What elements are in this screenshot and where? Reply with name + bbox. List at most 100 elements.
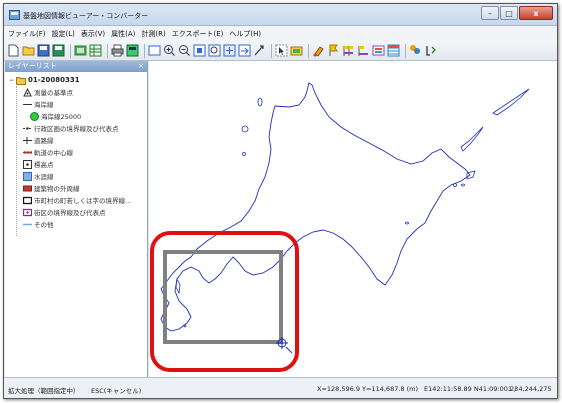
attribute-table-icon[interactable] bbox=[387, 44, 400, 57]
toolbar bbox=[4, 41, 557, 61]
layer-item-label: 標高点 bbox=[34, 161, 54, 169]
railway-icon bbox=[23, 148, 32, 157]
paint-icon[interactable] bbox=[312, 44, 325, 57]
layer-item-label: 行政区画の境界線及び代表点 bbox=[34, 125, 119, 133]
window-title: 基盤地図情報ビューアー・コンバーター bbox=[23, 12, 149, 20]
menu-view[interactable]: 表示(V) bbox=[81, 29, 105, 39]
tree-connector bbox=[16, 86, 17, 236]
search-icon[interactable] bbox=[409, 44, 422, 57]
coastline-island-small-1 bbox=[453, 183, 457, 187]
app-window: 基盤地図情報ビューアー・コンバーター – □ x ファイル(F) 設定(L) 表… bbox=[3, 3, 558, 399]
zoom-selection-rectangle bbox=[163, 250, 283, 344]
layer-item-label: 市町村の町若しくは字の境界線... bbox=[34, 197, 132, 205]
new-file-icon[interactable] bbox=[7, 44, 20, 57]
map-canvas[interactable] bbox=[149, 61, 557, 377]
zoom-box-icon[interactable] bbox=[193, 44, 206, 57]
menu-attributes[interactable]: 属性(A) bbox=[111, 29, 135, 39]
layer-item-label: 海岸線 bbox=[34, 101, 54, 109]
close-button[interactable]: x bbox=[519, 6, 553, 20]
menu-help[interactable]: ヘルプ(H) bbox=[229, 29, 261, 39]
menu-file[interactable]: ファイル(F) bbox=[8, 29, 46, 39]
zoom-in-icon[interactable] bbox=[163, 44, 176, 57]
legend-icon[interactable] bbox=[372, 44, 385, 57]
layer-tree-root[interactable]: − 01-20080331 bbox=[5, 74, 147, 86]
export-table-icon[interactable] bbox=[89, 44, 102, 57]
status-esc-hint: ESC(キャンセル) bbox=[91, 387, 142, 395]
layer-item-label: 測量の基準点 bbox=[34, 89, 73, 97]
menu-settings[interactable]: 設定(L) bbox=[52, 29, 75, 39]
status-bar: 拡大処理（範囲指定中） ESC(キャンセル) X=128,596.9 Y=114… bbox=[4, 377, 557, 398]
coastline-main-island bbox=[160, 82, 471, 332]
admin-boundary-icon bbox=[23, 124, 32, 133]
layer-item[interactable]: 水涯線 bbox=[5, 170, 147, 182]
layer-tree-root-label: 01-20080331 bbox=[28, 76, 80, 84]
layer-item[interactable]: 建築物の外周線 bbox=[5, 182, 147, 194]
collapse-toggle-icon[interactable]: − bbox=[9, 77, 14, 84]
coastline-island-teuri bbox=[242, 152, 246, 156]
layer-panel-title: レイヤーリスト bbox=[8, 62, 57, 70]
waterline-icon bbox=[23, 171, 32, 181]
print-preview-icon[interactable] bbox=[126, 44, 139, 57]
settings-icon[interactable] bbox=[424, 44, 437, 57]
layer-item-label: 水涯線 bbox=[34, 173, 54, 181]
layer-item[interactable]: その他 bbox=[5, 218, 147, 230]
maximize-button[interactable]: □ bbox=[500, 6, 518, 20]
layer-item[interactable]: 行政区画の境界線及び代表点 bbox=[5, 122, 147, 134]
open-folder-icon[interactable] bbox=[22, 44, 35, 57]
road-edge-icon bbox=[23, 136, 32, 145]
layer-item-label: 軌道の中心線 bbox=[34, 149, 73, 157]
layer-item[interactable]: 海岸線 bbox=[5, 98, 147, 110]
export-green-icon[interactable] bbox=[74, 44, 87, 57]
layer-panel: レイヤーリスト × − 01-20080331 測量の基準点 海岸線 海岸線25… bbox=[5, 61, 148, 377]
elevation-point-icon bbox=[23, 159, 32, 169]
toolbar-separator bbox=[308, 43, 309, 58]
other-icon bbox=[23, 220, 32, 229]
layer-item-label: 道路縁 bbox=[34, 137, 54, 145]
zoom-window-icon[interactable] bbox=[208, 44, 221, 57]
pan-icon[interactable] bbox=[223, 44, 236, 57]
minimize-button[interactable]: – bbox=[481, 6, 499, 20]
toolbar-separator bbox=[107, 43, 108, 58]
flag-icon[interactable] bbox=[327, 44, 340, 57]
toolbar-separator bbox=[70, 43, 71, 58]
layer-item[interactable]: 軌道の中心線 bbox=[5, 146, 147, 158]
building-icon bbox=[23, 184, 32, 193]
measure-icon[interactable] bbox=[253, 44, 266, 57]
layer-panel-close-button[interactable]: × bbox=[138, 61, 144, 72]
coastline-island-small-4 bbox=[183, 324, 187, 328]
save-as-icon[interactable] bbox=[52, 44, 65, 57]
status-mode: 拡大処理（範囲指定中） bbox=[8, 387, 80, 395]
town-boundary-icon bbox=[23, 196, 32, 205]
full-extent-icon[interactable] bbox=[148, 44, 161, 57]
coastline-island-small-2 bbox=[461, 183, 465, 187]
layer-toggle-icon[interactable] bbox=[290, 44, 303, 57]
layer-item[interactable]: 道路縁 bbox=[5, 134, 147, 146]
layer-item[interactable]: 市町村の町若しくは字の境界線... bbox=[5, 194, 147, 206]
coastline-island-small-3 bbox=[405, 221, 409, 225]
coastline-island-etorofu bbox=[492, 88, 530, 116]
layer-panel-header: レイヤーリスト × bbox=[5, 61, 147, 72]
toolbar-separator bbox=[144, 43, 145, 58]
flag-line-icon[interactable] bbox=[357, 44, 370, 57]
menu-measure[interactable]: 計測(R) bbox=[141, 29, 165, 39]
menu-export[interactable]: エクスポート(E) bbox=[172, 29, 224, 39]
coastline-25000-icon bbox=[30, 111, 39, 121]
layer-tree: − 01-20080331 測量の基準点 海岸線 海岸線25000 行政区画の境… bbox=[5, 72, 147, 236]
layer-item-label: 海岸線25000 bbox=[41, 113, 82, 121]
refresh-icon[interactable] bbox=[238, 44, 251, 57]
layer-item-active[interactable]: 海岸線25000 bbox=[5, 110, 147, 122]
toolbar-separator bbox=[405, 43, 406, 58]
layer-item[interactable]: 標高点 bbox=[5, 158, 147, 170]
app-icon bbox=[9, 10, 20, 20]
coastline-icon bbox=[23, 100, 32, 109]
layer-item[interactable]: 街区の境界線及び代表点 bbox=[5, 206, 147, 218]
folder-icon bbox=[16, 76, 27, 85]
crosshair-cursor-icon bbox=[276, 337, 293, 354]
layer-item[interactable]: 測量の基準点 bbox=[5, 86, 147, 98]
flags-icon[interactable] bbox=[342, 44, 355, 57]
select-icon[interactable] bbox=[275, 44, 288, 57]
save-icon[interactable] bbox=[37, 44, 50, 57]
print-icon[interactable] bbox=[111, 44, 124, 57]
title-bar: 基盤地図情報ビューアー・コンバーター – □ x bbox=[4, 4, 557, 26]
zoom-out-icon[interactable] bbox=[178, 44, 191, 57]
